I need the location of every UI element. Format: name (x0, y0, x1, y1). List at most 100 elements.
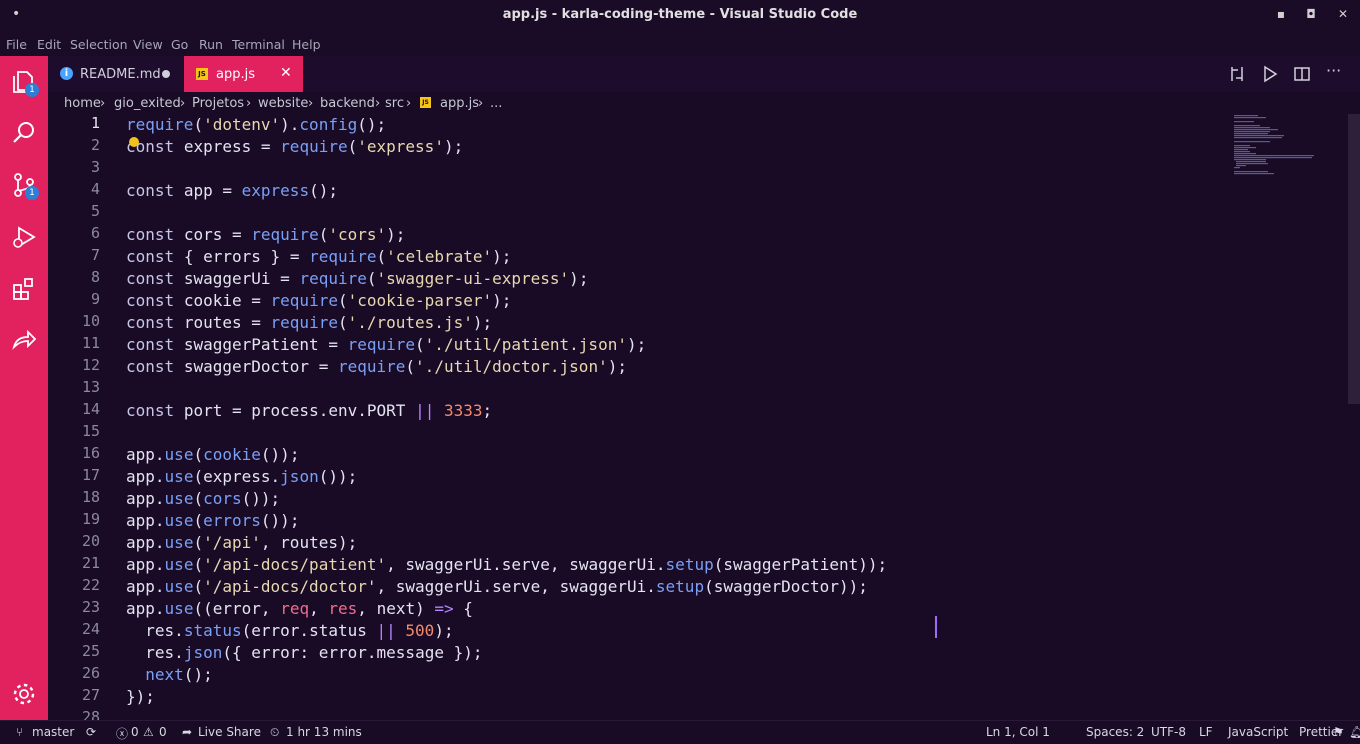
source-control-badge: 1 (25, 186, 39, 200)
code-editor[interactable]: 1 2 3 4 5 6 7 8 9 10 11 12 13 14 15 16 17 18 19 20 21 22 23 24 2… (48, 114, 1348, 720)
code-line[interactable]: const swaggerDoctor = require('./util/do… (126, 356, 627, 378)
line-number: 1 (90, 114, 100, 132)
code-line[interactable]: const cors = require('cors'); (126, 224, 405, 246)
feedback-icon[interactable]: ⚑ (1333, 725, 1344, 739)
minimap[interactable] (1232, 114, 1322, 184)
line-number: 9 (90, 290, 100, 308)
code-line[interactable]: app.use(express.json()); (126, 466, 357, 488)
error-icon: ⓧ (116, 727, 129, 741)
more-actions-icon[interactable]: ··· (1326, 61, 1341, 80)
search-icon[interactable] (10, 119, 38, 147)
code-line[interactable]: require('dotenv').config(); (126, 114, 386, 136)
split-editor-icon[interactable] (1293, 65, 1311, 87)
warning-count[interactable]: 0 (159, 725, 167, 739)
js-file-icon: JS (420, 97, 431, 108)
code-line[interactable]: const swaggerUi = require('swagger-ui-ex… (126, 268, 588, 290)
menu-edit[interactable]: Edit (37, 37, 61, 52)
breadcrumb-item[interactable]: website (258, 96, 308, 111)
code-line[interactable]: app.use('/api-docs/doctor', swaggerUi.se… (126, 576, 868, 598)
code-line[interactable]: const port = process.env.PORT || 3333; (126, 400, 492, 422)
line-number: 4 (90, 180, 100, 198)
line-number: 21 (81, 554, 100, 572)
extensions-icon[interactable] (10, 275, 38, 303)
close-tab-icon[interactable]: ✕ (280, 65, 292, 81)
tab-app-js[interactable]: JS app.js ✕ (184, 56, 303, 92)
code-line[interactable]: res.json({ error: error.message }); (126, 642, 482, 664)
editor-tab-bar: i README.md JS app.js ✕ ··· (48, 56, 1360, 92)
menu-go[interactable]: Go (171, 37, 188, 52)
code-line[interactable]: const routes = require('./routes.js'); (126, 312, 492, 334)
code-line[interactable]: app.use(cors()); (126, 488, 280, 510)
maximize-button[interactable]: ◘ (1301, 7, 1321, 21)
branch-icon: ⑂ (16, 725, 24, 739)
sync-icon[interactable]: ⟳ (86, 725, 96, 739)
settings-gear-icon[interactable] (10, 680, 38, 708)
source-control-icon[interactable]: 1 (10, 171, 39, 200)
language-mode[interactable]: JavaScript (1228, 725, 1288, 739)
explorer-badge: 1 (25, 83, 39, 97)
code-line[interactable]: app.use(errors()); (126, 510, 299, 532)
code-line[interactable]: const app = express(); (126, 180, 338, 202)
line-number: 18 (81, 488, 100, 506)
code-line[interactable]: const swaggerPatient = require('./util/p… (126, 334, 646, 356)
vertical-scrollbar[interactable] (1348, 114, 1360, 404)
code-line[interactable]: res.status(error.status || 500); (126, 620, 453, 642)
code-line[interactable]: const express = require('express'); (126, 136, 463, 158)
menu-file[interactable]: File (6, 37, 27, 52)
tab-readme[interactable]: i README.md (48, 56, 184, 92)
code-line[interactable]: const cookie = require('cookie-parser'); (126, 290, 511, 312)
compare-changes-icon[interactable] (1228, 65, 1246, 87)
indentation[interactable]: Spaces: 2 (1086, 725, 1144, 739)
end-of-line[interactable]: LF (1199, 725, 1213, 739)
breadcrumb-item[interactable]: gio_exited (114, 96, 181, 111)
line-number: 26 (81, 664, 100, 682)
minimize-button[interactable]: ▪ (1271, 7, 1291, 21)
status-bar: ⑂ master ⟳ ⓧ 0 ⚠ 0 ➦ Live Share ⏲ 1 hr 1… (0, 720, 1360, 744)
unsaved-dot-icon[interactable] (162, 70, 170, 78)
live-share-icon[interactable] (10, 327, 38, 355)
menu-bar: File Edit Selection View Go Run Terminal… (0, 32, 1360, 56)
lightbulb-icon[interactable] (129, 137, 139, 147)
error-count[interactable]: 0 (131, 725, 139, 739)
breadcrumb-item[interactable]: ... (490, 96, 502, 111)
menu-run[interactable]: Run (199, 37, 223, 52)
code-line[interactable]: app.use(cookie()); (126, 444, 299, 466)
breadcrumb-item[interactable]: home (64, 96, 101, 111)
encoding[interactable]: UTF-8 (1151, 725, 1186, 739)
time-tracker[interactable]: 1 hr 13 mins (286, 725, 362, 739)
line-number: 11 (81, 334, 100, 352)
line-number: 13 (81, 378, 100, 396)
line-number: 14 (81, 400, 100, 418)
breadcrumb-item[interactable]: app.js (440, 96, 479, 111)
menu-selection[interactable]: Selection (70, 37, 128, 52)
breadcrumb-item[interactable]: backend (320, 96, 375, 111)
line-number: 25 (81, 642, 100, 660)
notifications-icon[interactable]: 🔔︎ (1349, 725, 1360, 739)
info-icon: i (60, 67, 73, 80)
menu-view[interactable]: View (133, 37, 163, 52)
code-line[interactable]: app.use('/api-docs/patient', swaggerUi.s… (126, 554, 887, 576)
breadcrumb: home › gio_exited › Projetos › website ›… (48, 92, 1228, 114)
tab-label: app.js (216, 67, 255, 82)
branch-name[interactable]: master (32, 725, 74, 739)
live-share-status[interactable]: Live Share (198, 725, 261, 739)
code-line[interactable]: app.use('/api', routes); (126, 532, 357, 554)
breadcrumb-item[interactable]: Projetos (192, 96, 244, 111)
menu-help[interactable]: Help (292, 37, 321, 52)
code-line[interactable]: const { errors } = require('celebrate'); (126, 246, 511, 268)
code-line[interactable]: }); (126, 686, 155, 708)
line-number: 5 (90, 202, 100, 220)
breadcrumb-item[interactable]: src (385, 96, 404, 111)
js-file-icon: JS (196, 68, 208, 80)
mouse-cursor (935, 616, 937, 638)
code-line[interactable]: next(); (126, 664, 212, 686)
cursor-position[interactable]: Ln 1, Col 1 (986, 725, 1050, 739)
breadcrumb-separator: › (406, 96, 412, 111)
run-icon[interactable] (1261, 65, 1279, 87)
close-window-button[interactable]: ✕ (1333, 7, 1353, 21)
explorer-icon[interactable]: 1 (10, 68, 39, 97)
line-number: 17 (81, 466, 100, 484)
menu-terminal[interactable]: Terminal (232, 37, 285, 52)
code-line[interactable]: app.use((error, req, res, next) => { (126, 598, 473, 620)
run-debug-icon[interactable] (10, 223, 38, 251)
